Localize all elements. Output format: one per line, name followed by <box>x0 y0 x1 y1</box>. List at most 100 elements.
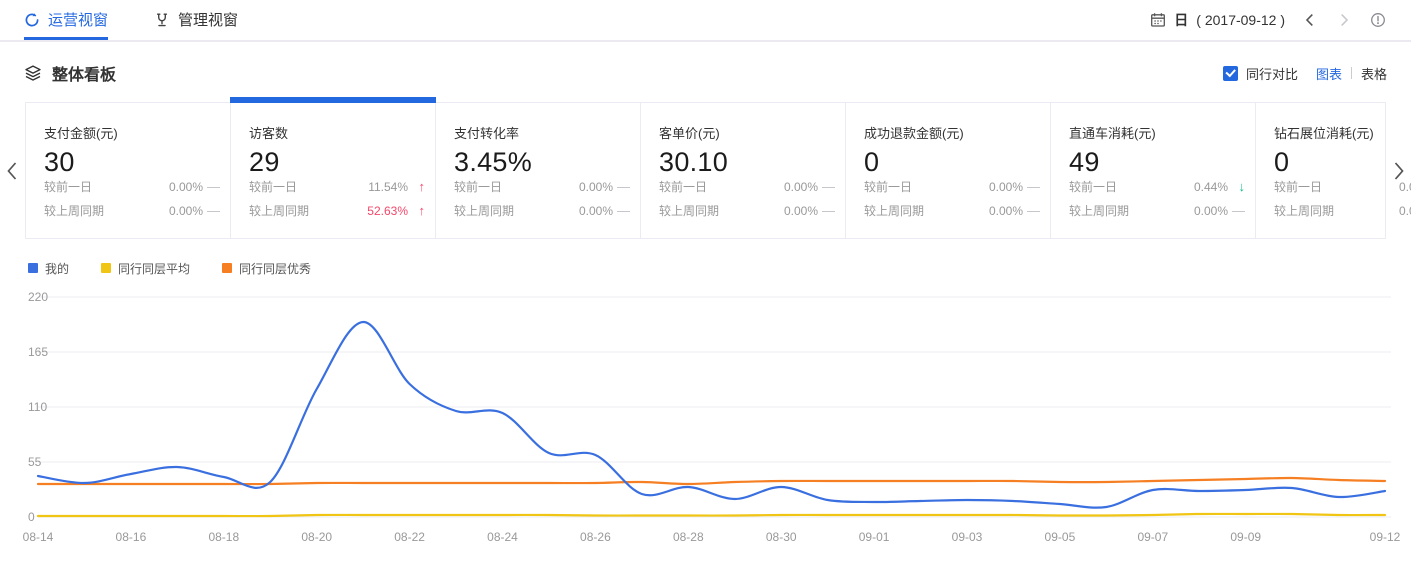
prev-day-button[interactable] <box>1301 11 1319 29</box>
compare-row: 较上周同期0.00%— <box>659 202 835 219</box>
tab-management-view[interactable]: 管理视窗 <box>154 0 238 40</box>
trend-flat-icon: — <box>203 179 220 194</box>
metric-card[interactable]: 支付金额(元) 30 较前一日0.00%— 较上周同期 0.00%— <box>26 103 231 238</box>
trend-down-icon: ↓ <box>1228 179 1245 194</box>
peer-compare-checkbox[interactable] <box>1223 66 1238 81</box>
compare-value: 0.00% <box>169 180 203 194</box>
compare-label: 较前一日 <box>1274 178 1322 195</box>
metric-cards-section: 支付金额(元) 30 较前一日0.00%—较上周同期0.00%— 访客数 29 … <box>25 102 1386 239</box>
trend-flat-icon: — <box>1023 179 1040 194</box>
metric-value: 29 <box>249 147 425 178</box>
compare-label: 较上周同期 <box>864 202 924 219</box>
compare-value: 0.00% <box>169 204 203 218</box>
trend-flat-icon: — <box>203 203 220 218</box>
top-navbar: 运营视窗 管理视窗 日 ( 2017-09-12 ) <box>0 0 1411 42</box>
legend-item[interactable]: 同行同层平均 <box>101 260 190 277</box>
calendar-icon <box>1150 12 1166 28</box>
nav-tabs: 运营视窗 管理视窗 <box>24 0 238 40</box>
compare-label: 较上周同期 <box>44 202 104 219</box>
compare-value: 0.00% <box>1399 204 1411 218</box>
svg-text:09-03: 09-03 <box>952 530 983 544</box>
trend-up-icon: ↑ <box>408 203 425 218</box>
tab-label: 管理视窗 <box>178 9 238 30</box>
metric-card[interactable]: 钻石展位消耗(元) 0 较前一日0.00%—较上周同期0.00%— <box>1256 103 1411 238</box>
view-toggle-chart[interactable]: 图表 <box>1316 64 1342 83</box>
metric-title: 直通车消耗(元) <box>1069 123 1245 142</box>
compare-label: 较上周同期 <box>249 202 309 219</box>
svg-text:08-28: 08-28 <box>673 530 704 544</box>
compare-value: 0.00% <box>579 180 613 194</box>
svg-text:08-14: 08-14 <box>23 530 54 544</box>
metric-value: 30 <box>44 147 220 178</box>
legend-item[interactable]: 同行同层优秀 <box>222 260 311 277</box>
legend-item[interactable]: 我的 <box>28 260 69 277</box>
compare-label: 较上周同期 <box>1274 202 1334 219</box>
page-title: 整体看板 <box>52 61 116 85</box>
svg-text:08-24: 08-24 <box>487 530 518 544</box>
cards-scroll-right-button[interactable] <box>1391 160 1407 182</box>
svg-text:08-20: 08-20 <box>301 530 332 544</box>
metric-title: 客单价(元) <box>659 123 835 142</box>
trend-chart: 05511016522008-1408-1608-1808-2008-2208-… <box>20 289 1391 551</box>
svg-text:09-05: 09-05 <box>1045 530 1076 544</box>
view-toggle-table[interactable]: 表格 <box>1361 64 1387 83</box>
compare-label: 较前一日 <box>454 178 502 195</box>
compare-row: 较上周同期0.00%— <box>864 202 1040 219</box>
metric-card[interactable]: 访客数 29 较前一日11.54%↑较上周同期52.63%↑ <box>231 103 436 238</box>
compare-value: 0.44% <box>1194 180 1228 194</box>
compare-row: 较前一日0.00%— <box>44 178 220 195</box>
compare-row: 较上周同期52.63%↑ <box>249 202 425 219</box>
trend-flat-icon: — <box>1228 203 1245 218</box>
metric-cards-row: 支付金额(元) 30 较前一日0.00%—较上周同期0.00%— 访客数 29 … <box>25 102 1386 239</box>
operations-view-icon <box>24 12 40 28</box>
metric-value: 30.10 <box>659 147 835 178</box>
compare-value: 0.00% <box>784 180 818 194</box>
compare-row: 较前一日0.44%↓ <box>1069 178 1245 195</box>
compare-row: 较上周同期0.00%— <box>1274 202 1411 219</box>
svg-text:165: 165 <box>28 345 48 359</box>
compare-label: 较上周同期 <box>454 202 514 219</box>
metric-title: 支付金额(元) <box>44 123 220 142</box>
active-card-indicator <box>230 97 436 103</box>
metric-value: 3.45% <box>454 147 630 178</box>
compare-row: 较前一日0.00%— <box>659 178 835 195</box>
legend-swatch <box>28 263 38 273</box>
svg-text:08-30: 08-30 <box>766 530 797 544</box>
svg-text:55: 55 <box>28 455 42 469</box>
date-value: ( 2017-09-12 ) <box>1196 12 1285 28</box>
date-selector[interactable]: 日 ( 2017-09-12 ) <box>1150 10 1285 30</box>
tab-operations-view[interactable]: 运营视窗 <box>24 0 108 40</box>
legend-label: 同行同层优秀 <box>239 260 311 277</box>
metric-card[interactable]: 成功退款金额(元) 0 较前一日0.00%—较上周同期0.00%— <box>846 103 1051 238</box>
compare-row: 较前一日 0.00%— <box>864 178 1040 195</box>
info-icon[interactable] <box>1369 11 1387 29</box>
compare-value: 0.00% <box>989 180 1023 194</box>
metric-title: 支付转化率 <box>454 123 630 142</box>
compare-row: 较上周同期0.00%— <box>1069 202 1245 219</box>
metric-card[interactable]: 直通车消耗(元) 49 较前一日0.44%↓较上周同期0.00%— <box>1051 103 1256 238</box>
svg-text:08-16: 08-16 <box>116 530 147 544</box>
metric-card[interactable]: 支付转化率 3.45% 较前一日0.00%—较上周同期0.00%— <box>436 103 641 238</box>
chart-legend: 我的 同行同层平均 同行同层优秀 <box>28 261 1411 275</box>
metric-card[interactable]: 客单价(元) 30.10 较前一日0.00%— 较上周同期0.00%— <box>641 103 846 238</box>
metric-value: 0 <box>864 147 1040 178</box>
board-header: 整体看板 同行对比 图表 表格 <box>0 60 1411 86</box>
compare-row: 较前一日0.00%— <box>454 178 630 195</box>
layers-icon <box>24 64 42 82</box>
svg-text:09-12: 09-12 <box>1370 530 1401 544</box>
compare-value: 0.00% <box>989 204 1023 218</box>
board-controls: 同行对比 图表 表格 <box>1223 64 1387 83</box>
cards-scroll-left-button[interactable] <box>4 160 20 182</box>
compare-value: 0.00% <box>784 204 818 218</box>
svg-text:0: 0 <box>28 510 35 524</box>
legend-swatch <box>222 263 232 273</box>
compare-label: 较前一日 <box>864 178 912 195</box>
svg-text:08-26: 08-26 <box>580 530 611 544</box>
legend-label: 同行同层平均 <box>118 260 190 277</box>
metric-title: 钻石展位消耗(元) <box>1274 123 1411 142</box>
next-day-button[interactable] <box>1335 11 1353 29</box>
compare-value: 0.00% <box>579 204 613 218</box>
compare-row: 较上周同期0.00%— <box>454 202 630 219</box>
svg-text:08-18: 08-18 <box>208 530 239 544</box>
svg-text:08-22: 08-22 <box>394 530 425 544</box>
